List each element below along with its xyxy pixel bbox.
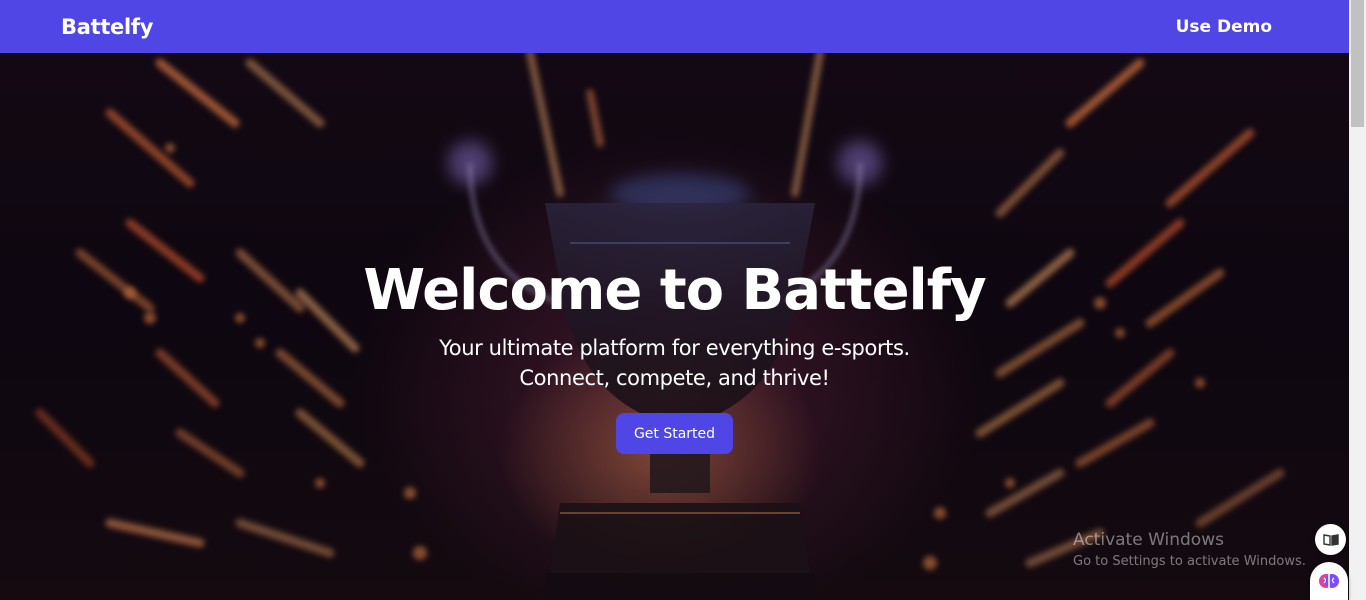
brain-assistant-icon	[1319, 574, 1339, 588]
navbar: Battelfy Use Demo	[0, 0, 1349, 53]
brand-logo[interactable]: Battelfy	[61, 15, 153, 39]
page: Battelfy Use Demo Welcome to Battelfy Yo…	[0, 0, 1366, 600]
scrollbar-thumb[interactable]	[1351, 0, 1364, 127]
watermark-subtitle: Go to Settings to activate Windows.	[1073, 554, 1306, 569]
page-scrollbar[interactable]	[1349, 0, 1366, 600]
hero-title: Welcome to Battelfy	[363, 258, 986, 323]
assistant-button[interactable]	[1310, 562, 1348, 600]
immersive-reader-icon	[1322, 533, 1339, 546]
use-demo-link[interactable]: Use Demo	[1176, 17, 1272, 37]
windows-activation-watermark: Activate Windows Go to Settings to activ…	[1073, 528, 1306, 572]
watermark-title: Activate Windows	[1073, 530, 1224, 550]
hero-content: Welcome to Battelfy Your ultimate platfo…	[0, 253, 1349, 454]
immersive-reader-button[interactable]	[1315, 524, 1346, 555]
get-started-button[interactable]: Get Started	[616, 413, 733, 454]
hero-subtitle: Your ultimate platform for everything e-…	[439, 336, 910, 390]
hero-section: Welcome to Battelfy Your ultimate platfo…	[0, 53, 1349, 600]
